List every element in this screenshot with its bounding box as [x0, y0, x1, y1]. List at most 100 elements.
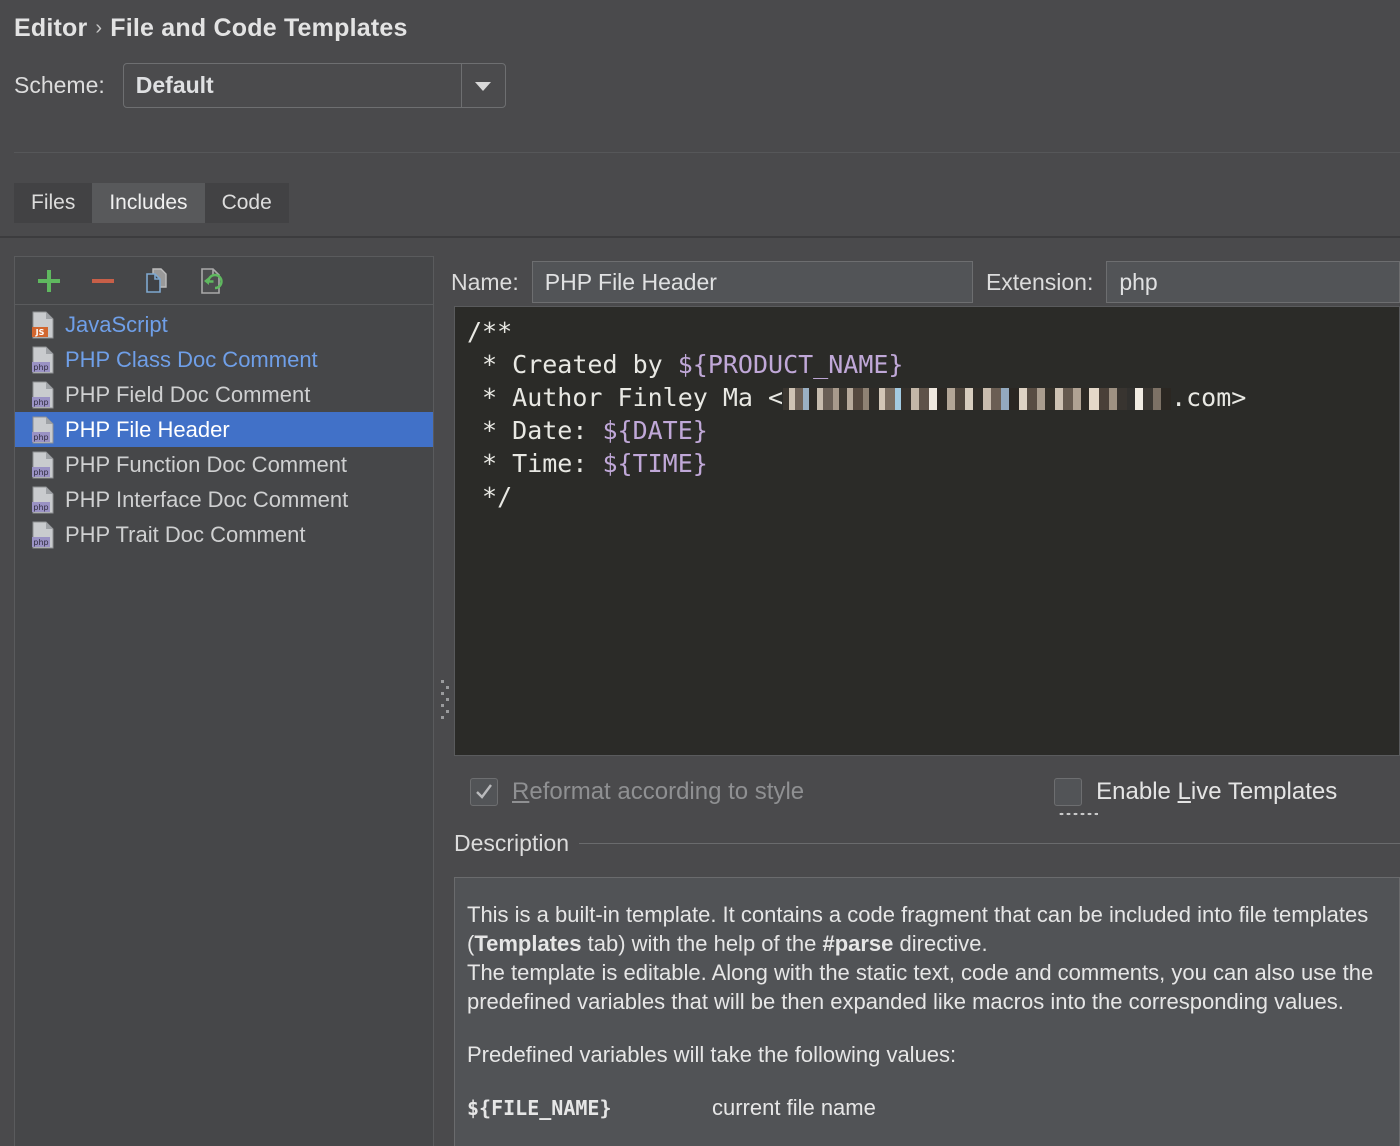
template-list-panel: JS JavaScript php PHP Class Doc Comment	[14, 256, 434, 1146]
tab-includes[interactable]: Includes	[92, 183, 205, 223]
live-templates-label-pre: Enable	[1096, 778, 1178, 805]
reformat-mnemonic: R	[512, 778, 530, 805]
description-paragraph-3: Predefined variables will take the follo…	[467, 1042, 957, 1067]
template-list[interactable]: JS JavaScript php PHP Class Doc Comment	[15, 305, 433, 1146]
code-line-1: /**	[467, 317, 513, 346]
checkbox-unchecked-icon	[1054, 778, 1083, 806]
list-item[interactable]: php PHP Field Doc Comment	[15, 377, 433, 412]
list-item-label: JavaScript	[65, 311, 168, 337]
name-input[interactable]: PHP File Header	[531, 261, 973, 303]
template-options-row: Reformat according to style Enable Live …	[454, 772, 1400, 816]
code-line-6: */	[467, 482, 513, 511]
enable-live-templates-checkbox[interactable]: Enable Live Templates	[1054, 778, 1337, 816]
scheme-dropdown[interactable]: Default	[122, 63, 506, 108]
predefined-variable-name: ${FILE_NAME}	[467, 1096, 612, 1120]
description-text-panel: This is a built-in template. It contains…	[454, 877, 1400, 1146]
description-paragraph-1: This is a built-in template. It contains…	[467, 900, 1383, 958]
description-spacer-2	[467, 1069, 1383, 1093]
php-file-icon: php	[32, 486, 54, 513]
redacted-email	[783, 388, 1172, 410]
extension-input[interactable]: php	[1106, 261, 1400, 303]
list-item-label: PHP Function Doc Comment	[65, 451, 348, 477]
chevron-down-icon[interactable]	[460, 64, 505, 107]
php-file-icon: php	[32, 451, 54, 478]
tab-files[interactable]: Files	[14, 183, 93, 223]
list-item[interactable]: php PHP Interface Doc Comment	[15, 482, 433, 517]
list-item-label: PHP File Header	[65, 416, 230, 442]
template-category-tabs: Files Includes Code	[14, 183, 289, 223]
templates-body: JS JavaScript php PHP Class Doc Comment	[0, 240, 1400, 1146]
reformat-label: Reformat according to style	[512, 778, 804, 806]
code-line-2-variable: ${PRODUCT_NAME}	[677, 350, 904, 379]
live-templates-label: Enable Live Templates	[1096, 778, 1337, 806]
php-file-icon: php	[32, 521, 54, 548]
reformat-according-to-style-checkbox[interactable]: Reformat according to style	[470, 778, 804, 806]
reset-icon[interactable]	[195, 265, 227, 297]
js-file-icon: JS	[32, 311, 54, 338]
list-item-label: PHP Field Doc Comment	[65, 381, 311, 407]
code-line-2-text: * Created by	[467, 350, 678, 379]
scheme-label: Scheme:	[14, 72, 105, 98]
tab-code[interactable]: Code	[204, 183, 289, 223]
breadcrumb-separator-icon: ›	[95, 17, 103, 39]
desc-p1-parse-bold: #parse	[822, 931, 894, 956]
reformat-label-text: eformat according to style	[529, 778, 805, 805]
svg-text:php: php	[33, 538, 48, 547]
template-list-toolbar	[15, 257, 433, 305]
desc-p1-e: directive.	[893, 931, 988, 956]
remove-icon[interactable]	[87, 265, 119, 297]
svg-text:php: php	[33, 468, 48, 477]
breadcrumb: Editor › File and Code Templates	[14, 14, 1400, 43]
desc-p1-templates-bold: Templates	[474, 931, 582, 956]
svg-text:JS: JS	[35, 328, 45, 337]
code-line-3-suffix: .com>	[1171, 383, 1247, 412]
list-item[interactable]: php PHP Function Doc Comment	[15, 447, 433, 482]
list-item-label: PHP Class Doc Comment	[65, 346, 318, 372]
list-item-label: PHP Trait Doc Comment	[65, 521, 306, 547]
list-item[interactable]: php PHP Trait Doc Comment	[15, 517, 433, 552]
live-templates-mnemonic: L	[1177, 778, 1191, 805]
name-input-value: PHP File Header	[544, 268, 717, 295]
scheme-row: Scheme: Default	[14, 63, 1400, 108]
name-label: Name:	[451, 268, 519, 295]
code-line-4-text: * Date:	[467, 416, 603, 445]
code-line-4-variable: ${DATE}	[602, 416, 708, 445]
template-code-editor[interactable]: /** * Created by ${PRODUCT_NAME} * Autho…	[454, 306, 1400, 756]
svg-text:php: php	[33, 363, 48, 372]
list-item[interactable]: JS JavaScript	[15, 307, 433, 342]
name-extension-row: Name: PHP File Header Extension: php	[451, 259, 1400, 305]
description-paragraph-2: The template is editable. Along with the…	[467, 960, 1374, 1014]
list-item[interactable]: php PHP Class Doc Comment	[15, 342, 433, 377]
header-divider	[14, 152, 1400, 153]
settings-header: Editor › File and Code Templates Scheme:…	[0, 0, 1400, 108]
code-line-3-prefix: * Author Finley Ma <	[467, 383, 784, 412]
add-icon[interactable]	[33, 265, 65, 297]
checkbox-checked-icon	[470, 778, 498, 806]
description-section-title: Description	[454, 830, 580, 857]
list-item-selected[interactable]: php PHP File Header	[15, 412, 433, 447]
code-line-5-variable: ${TIME}	[602, 449, 708, 478]
focus-indicator	[1058, 812, 1099, 816]
breadcrumb-root[interactable]: Editor	[14, 14, 87, 43]
description-title-rule	[576, 843, 1400, 844]
desc-p1-c: tab) with the help of the	[581, 931, 823, 956]
php-file-icon: php	[32, 346, 54, 373]
php-file-icon: php	[32, 416, 54, 443]
scheme-selected-value: Default	[135, 72, 214, 98]
tabs-underline	[0, 236, 1400, 238]
predefined-variable-row: ${FILE_NAME} current file name	[467, 1093, 1383, 1123]
list-item-label: PHP Interface Doc Comment	[65, 486, 349, 512]
svg-text:php: php	[33, 398, 48, 407]
svg-text:php: php	[33, 433, 48, 442]
panel-splitter[interactable]	[437, 240, 451, 1146]
extension-label: Extension:	[985, 268, 1094, 295]
template-detail-panel: Name: PHP File Header Extension: php /**…	[451, 240, 1400, 1146]
predefined-variable-description: current file name	[712, 1095, 876, 1120]
svg-text:php: php	[33, 503, 48, 512]
php-file-icon: php	[32, 381, 54, 408]
breadcrumb-current: File and Code Templates	[110, 14, 408, 42]
splitter-grip-icon	[441, 680, 449, 719]
extension-input-value: php	[1119, 268, 1158, 295]
copy-icon[interactable]	[141, 265, 173, 297]
